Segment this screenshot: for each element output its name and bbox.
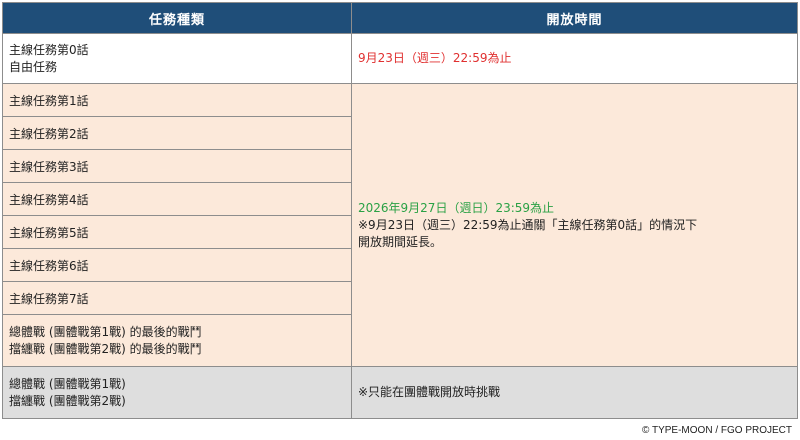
open-time-cell: 9月23日（週三）22:59為止 [351, 33, 798, 84]
note-text: ※只能在團體戰開放時挑戰 [358, 385, 501, 399]
header-open-time: 開放時間 [351, 2, 798, 34]
quest-type-cell: 主線任務第6話 [2, 248, 352, 282]
table-row: 總體戰 (團體戰第1戰) 擋纏戰 (團體戰第2戰) ※只能在團體戰開放時挑戰 [2, 366, 798, 419]
quest-type-label: 自由任務 [9, 59, 58, 74]
quest-type-cell: 主線任務第1話 [2, 83, 352, 117]
note-text: 開放期間延長。 [358, 234, 443, 249]
deadline-text: 9月23日（週三）22:59為止 [358, 51, 512, 65]
quest-type-label: 主線任務第0話 [9, 42, 89, 57]
header-quest-type: 任務種類 [2, 2, 352, 34]
copyright-notice: © TYPE-MOON / FGO PROJECT [642, 425, 792, 436]
quest-type-label: 擋纏戰 (團體戰第2戰) [9, 393, 126, 408]
quest-type-cell: 總體戰 (團體戰第1戰) 的最後的戰鬥 擋纏戰 (團體戰第2戰) 的最後的戰鬥 [2, 314, 352, 367]
table-header-row: 任務種類 開放時間 [2, 2, 798, 34]
deadline-text: 2026年9月27日（週日）23:59為止 [358, 200, 555, 215]
table-row: 主線任務第0話 自由任務 9月23日（週三）22:59為止 [2, 33, 798, 84]
quest-type-cell: 主線任務第5話 [2, 215, 352, 249]
table-row: 主線任務第1話 2026年9月27日（週日）23:59為止 ※9月23日（週三）… [2, 83, 798, 367]
open-time-cell: ※只能在團體戰開放時挑戰 [351, 366, 798, 419]
quest-type-cell: 主線任務第0話 自由任務 [2, 33, 352, 84]
quest-type-cell: 主線任務第4話 [2, 182, 352, 216]
open-time-cell: 2026年9月27日（週日）23:59為止 ※9月23日（週三）22:59為止通… [351, 83, 798, 367]
quest-type-cell: 總體戰 (團體戰第1戰) 擋纏戰 (團體戰第2戰) [2, 366, 352, 419]
quest-type-label: 總體戰 (團體戰第1戰) [9, 376, 126, 391]
quest-type-label: 總體戰 (團體戰第1戰) 的最後的戰鬥 [9, 324, 202, 339]
event-schedule-table: 任務種類 開放時間 主線任務第0話 自由任務 9月23日（週三）22:59為止 … [2, 2, 798, 419]
note-text: ※9月23日（週三）22:59為止通關「主線任務第0話」的情況下 [358, 217, 698, 232]
quest-type-cell: 主線任務第3話 [2, 149, 352, 183]
quest-type-cell: 主線任務第7話 [2, 281, 352, 315]
quest-type-cell: 主線任務第2話 [2, 116, 352, 150]
quest-type-label: 擋纏戰 (團體戰第2戰) 的最後的戰鬥 [9, 341, 202, 356]
